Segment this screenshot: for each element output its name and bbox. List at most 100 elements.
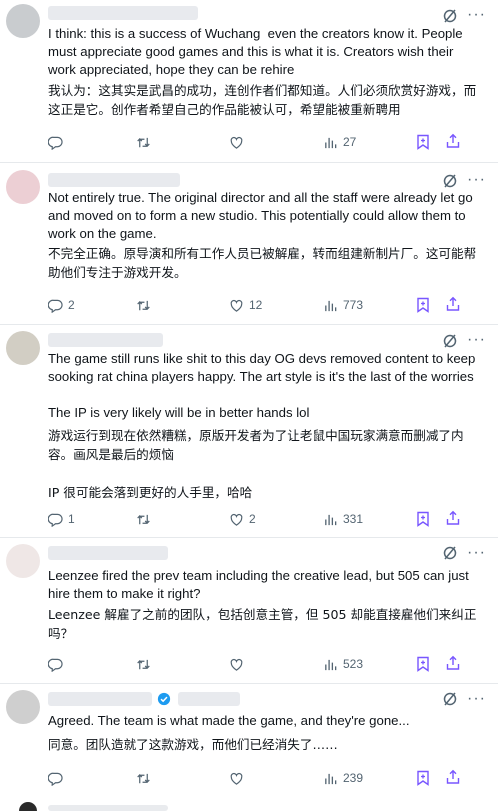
views-button[interactable]: 331 bbox=[323, 509, 363, 529]
grok-icon[interactable] bbox=[442, 8, 458, 24]
share-icon[interactable] bbox=[445, 510, 461, 526]
action-bar: 1 2 331 bbox=[48, 509, 488, 529]
like-icon bbox=[230, 772, 243, 785]
reply-post-5[interactable]: ··· Agreed. The team is what made the ga… bbox=[0, 684, 498, 800]
views-count: 523 bbox=[343, 657, 364, 671]
share-icon[interactable] bbox=[445, 655, 461, 671]
reply-post-3[interactable]: ··· The game still runs like shit to thi… bbox=[0, 325, 498, 538]
repost-icon bbox=[137, 300, 150, 310]
like-button[interactable]: 12 bbox=[229, 295, 262, 315]
like-button[interactable] bbox=[229, 768, 249, 788]
reply-icon bbox=[48, 136, 63, 150]
reply-count: 1 bbox=[68, 512, 75, 526]
action-bar: 239 bbox=[48, 768, 488, 788]
bookmark-icon[interactable] bbox=[416, 297, 430, 313]
views-count: 27 bbox=[343, 135, 357, 149]
avatar[interactable] bbox=[6, 4, 40, 38]
next-post-edge bbox=[19, 802, 168, 811]
like-icon bbox=[230, 658, 243, 671]
bookmark-icon[interactable] bbox=[416, 511, 430, 527]
avatar[interactable] bbox=[6, 331, 40, 365]
views-count: 331 bbox=[343, 512, 364, 526]
views-button[interactable]: 239 bbox=[323, 768, 363, 788]
like-button[interactable] bbox=[229, 654, 249, 674]
views-button[interactable]: 773 bbox=[323, 295, 363, 315]
post-text: Leenzee fired the prev team including th… bbox=[48, 568, 473, 601]
post-text: Not entirely true. The original director… bbox=[48, 190, 477, 241]
views-count: 239 bbox=[343, 771, 364, 785]
repost-icon bbox=[137, 514, 150, 524]
views-button[interactable]: 523 bbox=[323, 654, 363, 674]
repost-button[interactable] bbox=[136, 509, 156, 529]
reply-button[interactable]: 2 bbox=[48, 295, 75, 315]
like-count: 12 bbox=[249, 298, 263, 312]
views-icon bbox=[325, 514, 337, 525]
more-icon[interactable]: ··· bbox=[467, 172, 486, 188]
reply-icon bbox=[48, 299, 63, 313]
action-bar: 523 bbox=[48, 654, 488, 674]
post-text: Agreed. The team is what made the game, … bbox=[48, 713, 410, 728]
repost-icon bbox=[137, 137, 150, 147]
reply-icon bbox=[48, 658, 63, 672]
like-button[interactable] bbox=[229, 132, 249, 152]
author-name-redacted[interactable] bbox=[48, 692, 152, 706]
reply-button[interactable]: 1 bbox=[48, 509, 75, 529]
reply-button[interactable] bbox=[48, 132, 68, 152]
verified-badge-icon bbox=[157, 692, 171, 706]
more-icon[interactable]: ··· bbox=[467, 332, 486, 348]
share-icon[interactable] bbox=[445, 769, 461, 785]
grok-icon[interactable] bbox=[442, 173, 458, 189]
views-icon bbox=[325, 137, 337, 148]
author-name-redacted[interactable] bbox=[48, 173, 180, 187]
repost-icon bbox=[137, 659, 150, 669]
post-translation: 我认为：这其实是武昌的成功，连创作者们都知道。人们必须欣赏好游戏，而这正是它。创… bbox=[48, 83, 477, 117]
post-translation: 不完全正确。原导演和所有工作人员已被解雇，转而组建新制片厂。这可能帮助他们专注于… bbox=[48, 246, 477, 280]
author-name-redacted[interactable] bbox=[48, 546, 168, 560]
repost-button[interactable] bbox=[136, 768, 156, 788]
post-text: The game still runs like shit to this da… bbox=[48, 351, 476, 420]
author-name-redacted[interactable] bbox=[48, 6, 198, 20]
bookmark-icon[interactable] bbox=[416, 656, 430, 672]
author-handle-redacted[interactable] bbox=[178, 692, 240, 706]
reply-post-2[interactable]: ··· Not entirely true. The original dire… bbox=[0, 163, 498, 325]
post-translation: 游戏运行到现在依然糟糕，原版开发者为了让老鼠中国玩家满意而删减了内容。画风是最后… bbox=[48, 428, 464, 500]
repost-icon bbox=[137, 773, 150, 783]
grok-icon[interactable] bbox=[442, 545, 458, 561]
reply-feed: ··· I think: this is a success of Wuchan… bbox=[0, 0, 498, 811]
reply-post-1[interactable]: ··· I think: this is a success of Wuchan… bbox=[0, 0, 498, 163]
author-name-redacted[interactable] bbox=[48, 333, 163, 347]
views-count: 773 bbox=[343, 298, 364, 312]
repost-button[interactable] bbox=[136, 654, 156, 674]
share-icon[interactable] bbox=[445, 296, 461, 312]
grok-icon[interactable] bbox=[442, 333, 458, 349]
like-icon bbox=[230, 299, 243, 312]
reply-count: 2 bbox=[68, 298, 75, 312]
avatar[interactable] bbox=[6, 544, 40, 578]
views-button[interactable]: 27 bbox=[323, 132, 356, 152]
views-icon bbox=[325, 773, 337, 784]
grok-icon[interactable] bbox=[442, 691, 458, 707]
reply-button[interactable] bbox=[48, 654, 68, 674]
repost-button[interactable] bbox=[136, 295, 156, 315]
post-translation: Leenzee 解雇了之前的团队，包括创意主管，但 505 却能直接雇他们来纠正… bbox=[48, 607, 477, 641]
reply-icon bbox=[48, 513, 63, 527]
post-translation: 同意。团队造就了这款游戏，而他们已经消失了…… bbox=[48, 737, 338, 752]
bookmark-icon[interactable] bbox=[416, 770, 430, 786]
reply-button[interactable] bbox=[48, 768, 68, 788]
views-icon bbox=[325, 659, 337, 670]
post-text: I think: this is a success of Wuchang ev… bbox=[48, 26, 467, 77]
avatar[interactable] bbox=[6, 690, 40, 724]
reply-post-4[interactable]: ··· Leenzee fired the prev team includin… bbox=[0, 538, 498, 684]
share-icon[interactable] bbox=[445, 133, 461, 149]
views-icon bbox=[325, 300, 337, 311]
reply-icon bbox=[48, 772, 63, 786]
more-icon[interactable]: ··· bbox=[467, 545, 486, 561]
bookmark-icon[interactable] bbox=[416, 134, 430, 150]
like-icon bbox=[230, 513, 243, 526]
action-bar: 27 bbox=[48, 132, 488, 152]
repost-button[interactable] bbox=[136, 132, 156, 152]
like-button[interactable]: 2 bbox=[229, 509, 256, 529]
avatar[interactable] bbox=[6, 170, 40, 204]
more-icon[interactable]: ··· bbox=[467, 691, 486, 707]
more-icon[interactable]: ··· bbox=[467, 7, 486, 23]
